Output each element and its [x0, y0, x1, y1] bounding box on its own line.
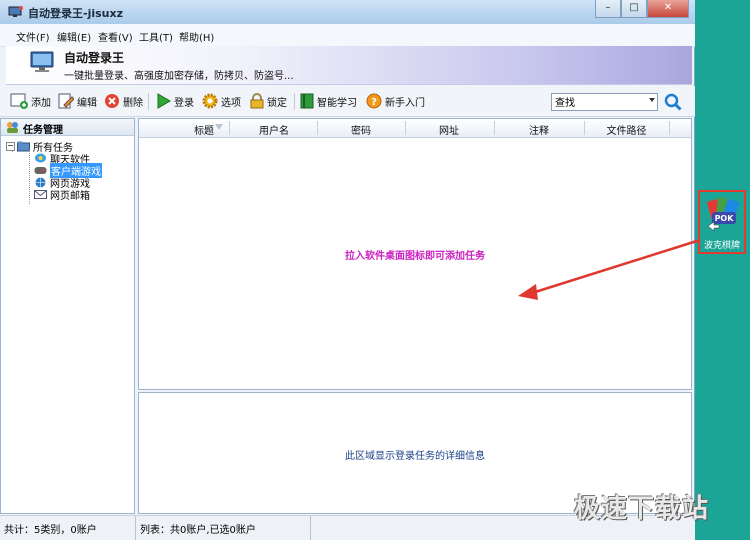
watermark: 极速下载站: [574, 494, 710, 524]
desktop-shortcut-label: 波克棋牌: [703, 241, 740, 251]
desktop-shortcut[interactable]: POK 波克棋牌: [698, 190, 746, 254]
annotation-arrow: [518, 238, 701, 300]
poker-icon: POK: [706, 197, 740, 232]
svg-text:POK: POK: [715, 214, 735, 223]
